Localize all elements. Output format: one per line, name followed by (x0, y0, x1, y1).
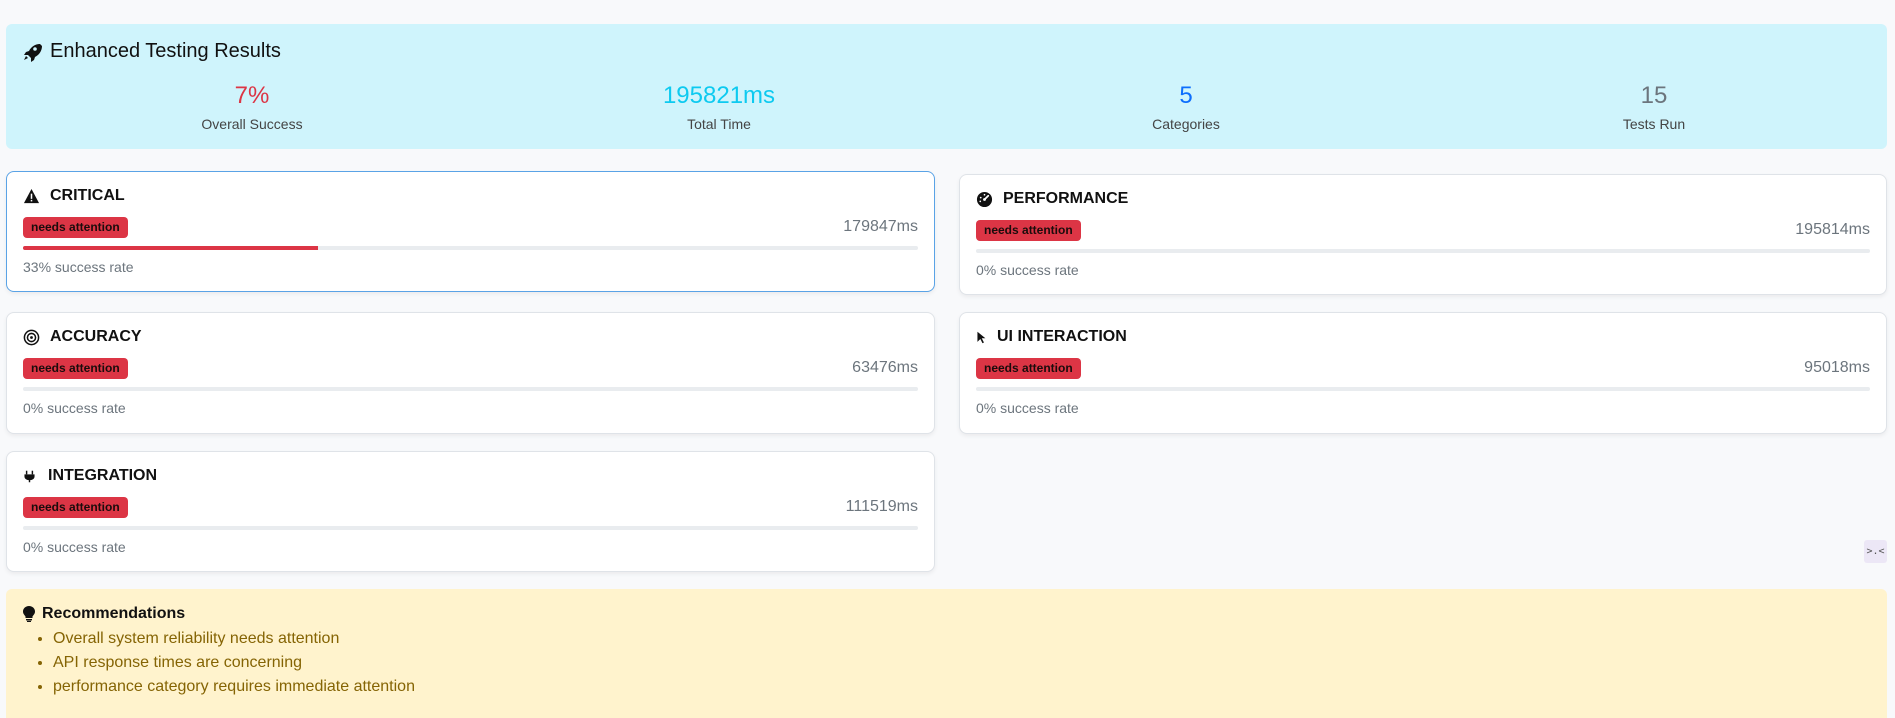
status-badge: needs attention (976, 358, 1081, 379)
recommendations-panel: Recommendations Overall system reliabili… (6, 589, 1887, 718)
progress-track (976, 249, 1870, 253)
recommendations-list: Overall system reliability needs attenti… (22, 627, 415, 699)
card-title: INTEGRATION (23, 467, 157, 485)
progress-track (23, 246, 918, 250)
plug-icon (24, 470, 35, 482)
progress-track (23, 526, 918, 530)
duration-text: 95018ms (1804, 359, 1870, 376)
status-badge: needs attention (23, 217, 128, 238)
summary-heading: Enhanced Testing Results (22, 40, 281, 63)
stat-value: 7% (234, 82, 270, 109)
card-title: PERFORMANCE (976, 190, 1128, 208)
duration-text: 63476ms (852, 359, 918, 376)
toggle-label: >.< (1866, 546, 1885, 557)
duration-text: 111519ms (845, 498, 918, 515)
stat-label: Tests Run (1622, 116, 1686, 132)
progress-track (23, 387, 918, 391)
summary-panel: Enhanced Testing Results 7% Overall Succ… (6, 24, 1887, 149)
rocket-icon (24, 43, 42, 62)
category-card-integration[interactable]: INTEGRATION needs attention 111519ms 0% … (6, 451, 935, 572)
recommendation-item: Overall system reliability needs attenti… (53, 627, 415, 651)
stat-label: Categories (1152, 116, 1220, 132)
recommendation-item: API response times are concerning (53, 651, 415, 675)
recommendation-item: performance category requires immediate … (53, 675, 415, 699)
category-name: CRITICAL (50, 187, 125, 204)
success-rate-text: 0% success rate (976, 262, 1079, 278)
category-card-performance[interactable]: PERFORMANCE needs attention 195814ms 0% … (959, 174, 1887, 295)
speedometer-icon (976, 191, 993, 207)
stat-tests-run: 15 Tests Run (1504, 82, 1804, 132)
progress-track (976, 387, 1870, 391)
card-title: CRITICAL (23, 187, 125, 205)
success-rate-text: 0% success rate (23, 539, 126, 555)
success-rate-text: 0% success rate (976, 400, 1079, 416)
status-badge: needs attention (23, 358, 128, 379)
card-title: ACCURACY (23, 328, 142, 346)
card-title: UI INTERACTION (976, 328, 1127, 346)
category-card-ui-interaction[interactable]: UI INTERACTION needs attention 95018ms 0… (959, 312, 1887, 434)
category-name: PERFORMANCE (1003, 190, 1129, 207)
warning-icon (23, 188, 40, 203)
duration-text: 195814ms (1795, 221, 1870, 238)
progress-fill (23, 246, 319, 250)
stat-categories: 5 Categories (1036, 82, 1336, 132)
category-card-accuracy[interactable]: ACCURACY needs attention 63476ms 0% succ… (6, 312, 935, 434)
panel-toggle-button[interactable]: >.< (1864, 540, 1887, 563)
stat-value: 5 (1179, 82, 1193, 109)
cursor-icon (977, 331, 986, 343)
recommendations-heading: Recommendations (22, 605, 185, 623)
summary-title: Enhanced Testing Results (50, 40, 281, 62)
stat-label: Total Time (687, 116, 751, 132)
recommendations-title: Recommendations (42, 605, 186, 622)
lightbulb-icon (23, 606, 35, 622)
stat-label: Overall Success (201, 116, 303, 132)
category-name: ACCURACY (50, 328, 142, 345)
target-icon (23, 329, 40, 345)
status-badge: needs attention (23, 497, 128, 518)
category-name: UI INTERACTION (997, 328, 1127, 345)
duration-text: 179847ms (843, 218, 918, 235)
category-card-critical[interactable]: CRITICAL needs attention 179847ms 33% su… (6, 171, 935, 292)
category-name: INTEGRATION (48, 467, 158, 484)
status-badge: needs attention (976, 220, 1081, 241)
success-rate-text: 0% success rate (23, 400, 126, 416)
success-rate-text: 33% success rate (23, 259, 134, 275)
stat-value: 15 (1640, 82, 1668, 109)
stat-value: 195821ms (662, 82, 776, 109)
stat-overall-success: 7% Overall Success (102, 82, 402, 132)
stat-total-time: 195821ms Total Time (569, 82, 869, 132)
